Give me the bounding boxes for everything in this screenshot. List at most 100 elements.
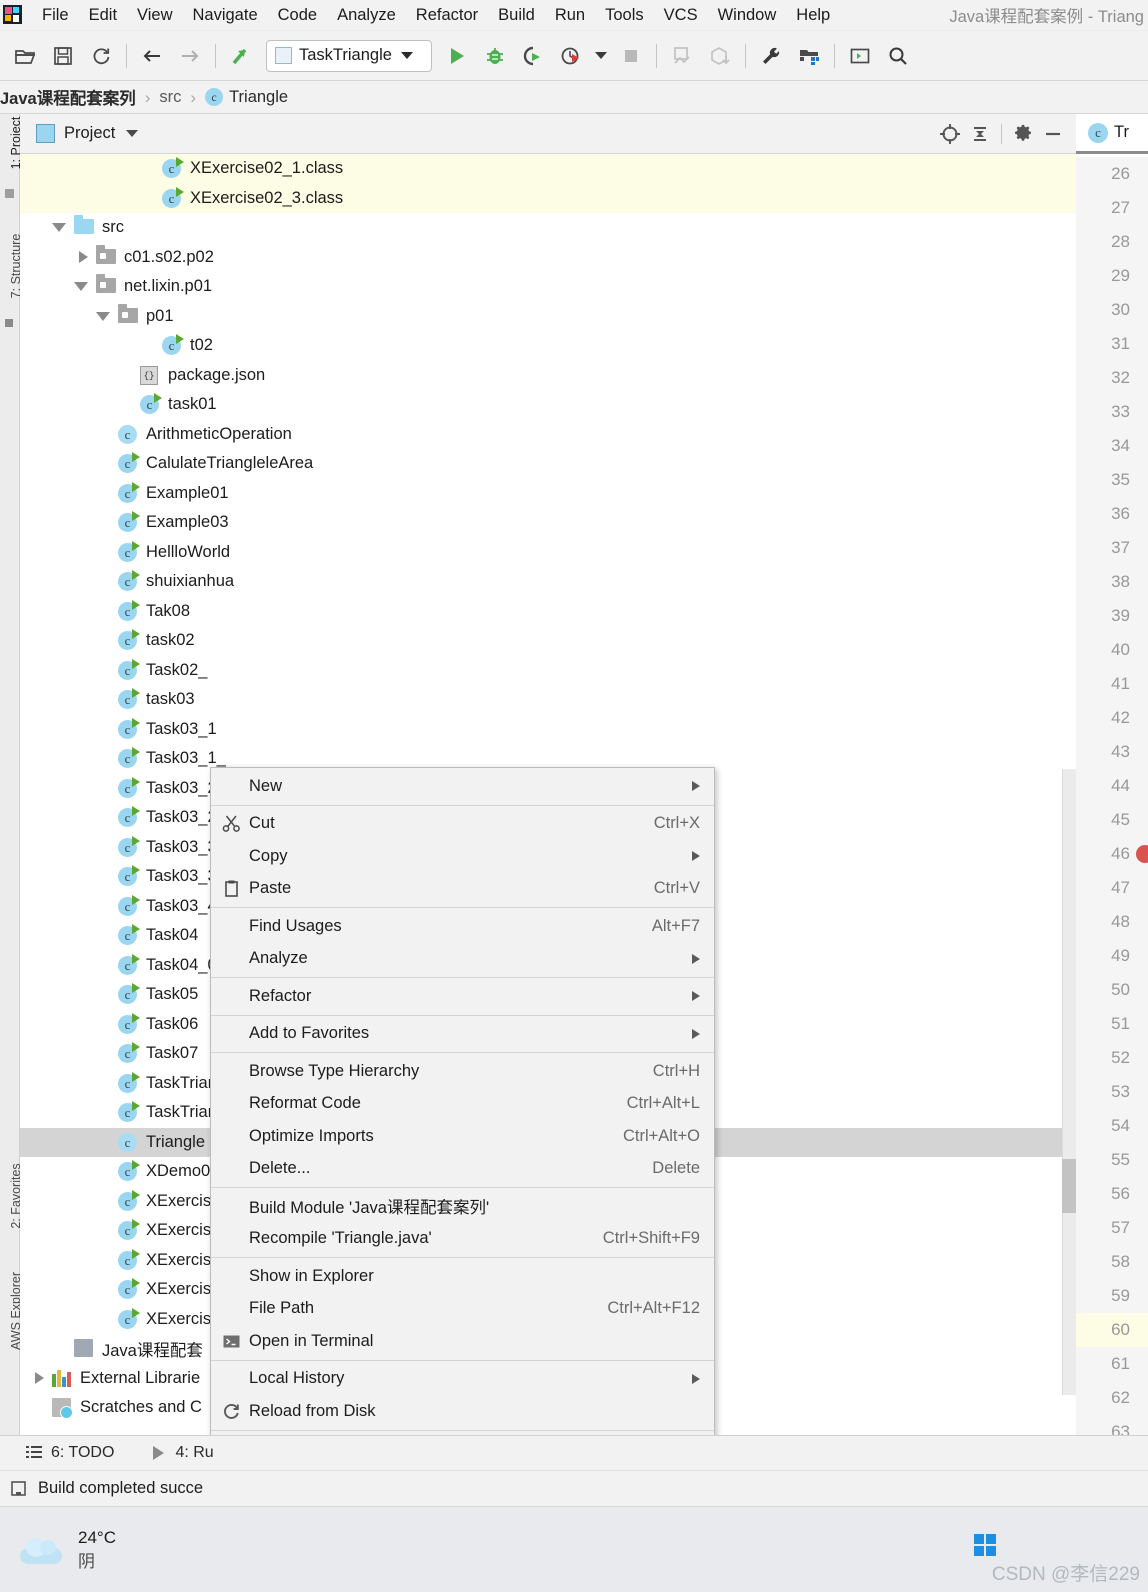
menu-item-navigate[interactable]: Navigate — [183, 2, 268, 28]
sync-icon[interactable] — [86, 41, 116, 71]
terminal-icon[interactable] — [845, 41, 875, 71]
tree-row[interactable]: c Example03 — [20, 508, 1076, 538]
tree-row-label: XDemo01 — [146, 1162, 220, 1181]
menu-item-analyze[interactable]: Analyze — [327, 2, 406, 28]
line-number: 28 — [1076, 225, 1148, 259]
run-with-coverage-icon[interactable] — [518, 41, 548, 71]
menu-item-add-to-favorites[interactable]: Add to Favorites — [211, 1018, 714, 1051]
menu-item-show-in-explorer[interactable]: Show in Explorer — [211, 1260, 714, 1293]
run-icon[interactable] — [442, 41, 472, 71]
editor-gutter[interactable]: 26 27 28 29 30 31 32 33 34 35 36 37 38 39 40 41 42 43 44 45… — [1076, 157, 1148, 1435]
chevron-down-icon[interactable] — [74, 282, 88, 292]
project-structure-icon[interactable] — [794, 41, 824, 71]
menu-item-new[interactable]: New — [211, 770, 714, 803]
tree-row[interactable]: src — [20, 213, 1076, 243]
profiler-dropdown-icon[interactable] — [592, 41, 610, 71]
tree-row[interactable]: {} package.json — [20, 361, 1076, 391]
tree-row[interactable]: c HellloWorld — [20, 538, 1076, 568]
tree-row-label: t02 — [190, 336, 213, 355]
update-project-icon[interactable] — [226, 41, 256, 71]
tool-window-run[interactable]: 4: Ru — [148, 1443, 214, 1463]
line-number-label: 26 — [1111, 164, 1130, 183]
settings-wrench-icon[interactable] — [756, 41, 786, 71]
hide-panel-icon[interactable] — [1038, 119, 1068, 149]
menu-item-window[interactable]: Window — [708, 2, 787, 28]
menu-item-cut[interactable]: Cut Ctrl+X — [211, 808, 714, 841]
back-arrow-icon[interactable] — [137, 41, 167, 71]
breadcrumb-file[interactable]: Triangle — [229, 88, 288, 107]
menu-item-file-path[interactable]: File Path Ctrl+Alt+F12 — [211, 1293, 714, 1326]
tree-row[interactable]: net.lixin.p01 — [20, 272, 1076, 302]
tree-row[interactable]: c task02 — [20, 626, 1076, 656]
menu-item-copy[interactable]: Copy — [211, 840, 714, 873]
menu-item-find-usages[interactable]: Find Usages Alt+F7 — [211, 910, 714, 943]
stop-icon[interactable] — [616, 41, 646, 71]
breakpoint-icon[interactable] — [1136, 845, 1148, 863]
menu-item-open-in-terminal[interactable]: Open in Terminal — [211, 1325, 714, 1358]
menu-item-browse-type-hierarchy[interactable]: Browse Type Hierarchy Ctrl+H — [211, 1055, 714, 1088]
menu-item-tools[interactable]: Tools — [595, 2, 654, 28]
tree-row[interactable]: c Task03_1 — [20, 715, 1076, 745]
tree-row[interactable]: c Example01 — [20, 479, 1076, 509]
tree-row[interactable]: c Tak08 — [20, 597, 1076, 627]
menu-item-shortcut: Ctrl+Alt+F12 — [607, 1299, 700, 1318]
build-icon[interactable] — [667, 41, 697, 71]
collapse-all-icon[interactable] — [965, 119, 995, 149]
tree-row[interactable]: c XExercise02_3.class — [20, 183, 1076, 213]
library-icon — [52, 1368, 73, 1389]
breadcrumb-src[interactable]: src — [159, 88, 181, 107]
chevron-down-icon[interactable] — [96, 311, 110, 321]
menu-item-local-history[interactable]: Local History — [211, 1363, 714, 1396]
forward-arrow-icon[interactable] — [175, 41, 205, 71]
editor-tab-triangle[interactable]: c Tr — [1076, 114, 1148, 154]
build-artifacts-icon[interactable] — [705, 41, 735, 71]
tree-row[interactable]: c task03 — [20, 685, 1076, 715]
tree-row[interactable]: c task01 — [20, 390, 1076, 420]
save-all-icon[interactable] — [48, 41, 78, 71]
menu-item-vcs[interactable]: VCS — [654, 2, 708, 28]
menu-item-paste[interactable]: Paste Ctrl+V — [211, 873, 714, 906]
tree-row[interactable]: c ArithmeticOperation — [20, 420, 1076, 450]
tree-row[interactable]: c t02 — [20, 331, 1076, 361]
project-tree-scrollbar-thumb[interactable] — [1062, 1159, 1076, 1213]
chevron-down-icon[interactable] — [126, 130, 139, 137]
tree-row[interactable]: c CalulateTriangleleArea — [20, 449, 1076, 479]
project-tree-scrollbar-track[interactable] — [1062, 769, 1076, 1395]
menu-item-view[interactable]: View — [127, 2, 182, 28]
run-configuration-selector[interactable]: TaskTriangle — [266, 39, 432, 72]
menu-item-analyze[interactable]: Analyze — [211, 943, 714, 976]
chevron-right-icon[interactable] — [79, 251, 88, 264]
menu-item-build[interactable]: Build — [488, 2, 545, 28]
menu-item-help[interactable]: Help — [786, 2, 840, 28]
tree-row[interactable]: c01.s02.p02 — [20, 243, 1076, 273]
menu-item-run[interactable]: Run — [545, 2, 595, 28]
debug-icon[interactable] — [480, 41, 510, 71]
java-class-runnable-icon: c — [118, 747, 140, 769]
menu-item-edit[interactable]: Edit — [79, 2, 127, 28]
menu-item-delete[interactable]: Delete... Delete — [211, 1153, 714, 1186]
chevron-down-icon[interactable] — [52, 223, 66, 233]
search-everywhere-icon[interactable] — [883, 41, 913, 71]
tree-row[interactable]: c Task02_ — [20, 656, 1076, 686]
profiler-icon[interactable] — [556, 41, 586, 71]
project-panel-title: Project — [64, 124, 116, 142]
menu-item-build-module-java[interactable]: Build Module 'Java课程配套案列' — [211, 1190, 714, 1223]
weather-widget[interactable]: 24°C 阴 — [16, 1526, 116, 1574]
locate-target-icon[interactable] — [935, 119, 965, 149]
menu-item-refactor[interactable]: Refactor — [406, 2, 488, 28]
menu-item-reload-from-disk[interactable]: Reload from Disk — [211, 1395, 714, 1428]
tool-window-todo[interactable]: 6: TODO — [24, 1443, 114, 1463]
open-folder-icon[interactable] — [10, 41, 40, 71]
menu-item-refactor[interactable]: Refactor — [211, 980, 714, 1013]
menu-item-recompile-triangle-java[interactable]: Recompile 'Triangle.java' Ctrl+Shift+F9 — [211, 1223, 714, 1256]
tree-row[interactable]: c XExercise02_1.class — [20, 154, 1076, 184]
tree-row[interactable]: c shuixianhua — [20, 567, 1076, 597]
tree-row-label: Task03_4 — [146, 896, 217, 915]
tree-row[interactable]: p01 — [20, 302, 1076, 332]
gear-icon[interactable] — [1008, 119, 1038, 149]
menu-item-optimize-imports[interactable]: Optimize Imports Ctrl+Alt+O — [211, 1120, 714, 1153]
menu-item-code[interactable]: Code — [268, 2, 327, 28]
menu-item-reformat-code[interactable]: Reformat Code Ctrl+Alt+L — [211, 1088, 714, 1121]
menu-item-file[interactable]: File — [32, 2, 79, 28]
chevron-right-icon[interactable] — [35, 1372, 44, 1385]
